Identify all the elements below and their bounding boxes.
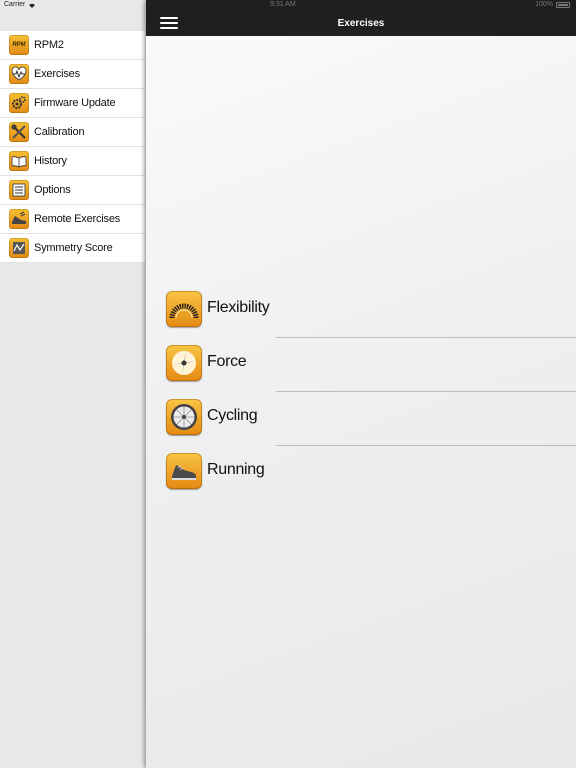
- status-time: 9:31 AM: [270, 1, 296, 8]
- sidebar-item-label: Firmware Update: [34, 97, 116, 109]
- sidebar-item-label: History: [34, 155, 67, 167]
- main-panel: Exercises Flexibility Force Cycling Runn…: [146, 0, 576, 768]
- sidebar-item-remote-exercises[interactable]: Remote Exercises: [0, 205, 145, 234]
- battery-percent: 100%: [535, 1, 553, 8]
- sidebar-menu: RPM RPM2 Exercises Firmware Update Calib…: [0, 31, 145, 263]
- battery-icon: [556, 1, 570, 8]
- wifi-icon: [29, 3, 36, 8]
- sidebar-item-options[interactable]: Options: [0, 176, 145, 205]
- rpm-logo-icon: RPM: [9, 35, 29, 55]
- book-icon: [9, 151, 29, 171]
- sidebar-item-firmware-update[interactable]: Firmware Update: [0, 89, 145, 118]
- force-burst-icon: [166, 345, 202, 381]
- sidebar-item-rpm2[interactable]: RPM RPM2: [0, 31, 145, 60]
- exercise-label: Cycling: [207, 407, 258, 424]
- sidebar-item-calibration[interactable]: Calibration: [0, 118, 145, 147]
- list-icon: [9, 180, 29, 200]
- exercise-label: Flexibility: [207, 299, 270, 316]
- spring-icon: [166, 291, 202, 327]
- tools-icon: [9, 122, 29, 142]
- carrier-label: Carrier: [4, 1, 26, 8]
- battery-group: 100%: [535, 1, 570, 8]
- row-divider: [276, 337, 576, 338]
- sidebar-item-label: RPM2: [34, 39, 64, 51]
- exercise-label: Force: [207, 353, 247, 370]
- sidebar-item-label: Calibration: [34, 126, 85, 138]
- exercise-list: Flexibility Force Cycling Running: [166, 291, 576, 507]
- row-divider: [276, 391, 576, 392]
- gears-icon: [9, 93, 29, 113]
- sidebar-item-label: Options: [34, 184, 71, 196]
- sidebar: RPM RPM2 Exercises Firmware Update Calib…: [0, 31, 145, 768]
- screen: Carrier 9:31 AM 100% RPM RPM2 Exercises …: [0, 0, 576, 768]
- wheel-icon: [166, 399, 202, 435]
- exercise-row-flexibility[interactable]: Flexibility: [166, 291, 576, 345]
- shoe-icon: [166, 453, 202, 489]
- exercise-row-cycling[interactable]: Cycling: [166, 399, 576, 453]
- sidebar-item-symmetry-score[interactable]: Symmetry Score: [0, 234, 145, 263]
- sidebar-item-exercises[interactable]: Exercises: [0, 60, 145, 89]
- page-title: Exercises: [337, 18, 385, 29]
- exercise-label: Running: [207, 461, 265, 478]
- sidebar-item-label: Symmetry Score: [34, 242, 113, 254]
- remote-shoe-icon: [9, 209, 29, 229]
- carrier-group: Carrier: [4, 1, 36, 8]
- sidebar-item-label: Remote Exercises: [34, 213, 121, 225]
- exercise-row-running[interactable]: Running: [166, 453, 576, 507]
- sidebar-item-history[interactable]: History: [0, 147, 145, 176]
- exercise-row-force[interactable]: Force: [166, 345, 576, 399]
- symmetry-chart-icon: [9, 238, 29, 258]
- status-bar: Carrier 9:31 AM 100%: [0, 0, 576, 12]
- row-divider: [276, 445, 576, 446]
- sidebar-item-label: Exercises: [34, 68, 80, 80]
- heart-monitor-icon: [9, 64, 29, 84]
